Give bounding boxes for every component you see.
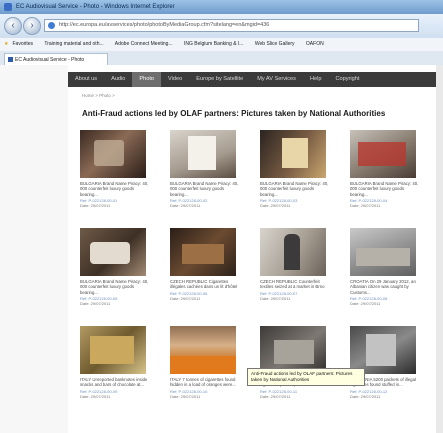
photo-thumbnail[interactable] (260, 326, 326, 374)
photo-date: Date: 29/07/2011 (350, 203, 381, 209)
photo-date: Date: 29/07/2011 (80, 393, 111, 399)
photo-item[interactable]: LITHUANIA 2328 packets of Russian cigare… (260, 326, 338, 399)
nav-europe-by-satellite[interactable]: Europe by Satellite (189, 72, 250, 87)
forward-icon[interactable]: › (23, 17, 41, 35)
nav-my-av-services[interactable]: My AV Services (250, 72, 303, 87)
photo-thumbnail[interactable] (350, 130, 416, 178)
favorite-link[interactable]: ING Belgium Banking & I... (184, 41, 243, 47)
photo-date: Date: 29/07/2011 (260, 203, 291, 209)
tab-label: EC Audiovisual Service - Photo (15, 57, 85, 63)
photo-date: Date: 29/07/2011 (350, 301, 381, 307)
favorites-button[interactable]: Favorites (12, 41, 33, 47)
photo-caption[interactable]: CZECH REPUBLIC Cigarettes illégales cach… (170, 279, 242, 290)
window-titlebar: EC Audiovisual Service - Photo - Windows… (0, 0, 443, 14)
photo-item[interactable]: BULGARIA Brand Name Piracy: 40, 000 coun… (350, 130, 428, 208)
photo-caption[interactable]: ITALY Unreported banknotes inside snacks… (80, 377, 152, 388)
photo-caption[interactable]: BULGARIA Brand Name Piracy: 40, 000 coun… (260, 181, 332, 197)
favorites-bar: ★ Favorites Training material and oth... … (0, 38, 443, 52)
photo-thumbnail[interactable] (260, 130, 326, 178)
browser-icon (4, 3, 12, 11)
photo-date: Date: 29/07/2011 (170, 393, 201, 399)
photo-thumbnail[interactable] (260, 228, 326, 276)
favorites-star-icon[interactable]: ★ (4, 41, 8, 47)
photo-item[interactable]: ITALY 7 tonnes of cigarettes found hidde… (170, 326, 248, 399)
photo-caption[interactable]: CZECH REPUBLIC Counterfeit textiles seiz… (260, 279, 332, 290)
photo-item[interactable]: CZECH REPUBLIC Counterfeit textiles seiz… (260, 228, 338, 301)
address-url: http://ec.europa.eu/avservices/photo/pho… (59, 22, 270, 28)
page-content: About us Audio Photo Video Europe by Satelli… (0, 65, 443, 433)
photo-caption[interactable]: CROATIA On 29 January 2012, an Albanian … (350, 279, 422, 295)
tab-bar: EC Audiovisual Service - Photo (0, 51, 443, 66)
browser-tab[interactable]: EC Audiovisual Service - Photo (4, 53, 108, 65)
photo-item[interactable]: CZECH REPUBLIC Cigarettes illégales cach… (170, 228, 248, 301)
page-title: Anti-Fraud actions led by OLAF partners:… (82, 109, 386, 118)
photo-thumbnail[interactable] (350, 228, 416, 276)
photo-date: Date: 29/07/2011 (80, 203, 111, 209)
photo-item[interactable]: ITALY Unreported banknotes inside snacks… (80, 326, 158, 399)
nav-help[interactable]: Help (303, 72, 329, 87)
photo-caption[interactable]: BULGARIA Brand Name Piracy: 40, 000 coun… (350, 181, 422, 197)
photo-thumbnail[interactable] (80, 228, 146, 276)
left-margin (0, 65, 68, 433)
photo-caption[interactable]: BULGARIA Brand Name Piracy: 40, 000 coun… (80, 181, 152, 197)
site-navigation: About us Audio Photo Video Europe by Satelli… (68, 72, 443, 87)
back-icon[interactable]: ‹ (4, 17, 22, 35)
favorite-link[interactable]: Adobe Connect Meeting... (115, 41, 173, 47)
address-bar[interactable]: http://ec.europa.eu/avservices/photo/pho… (44, 19, 419, 32)
photo-date: Date: 29/07/2011 (170, 203, 201, 209)
nav-about-us[interactable]: About us (68, 72, 104, 87)
photo-thumbnail[interactable] (170, 130, 236, 178)
favorite-link[interactable]: Training material and oth... (44, 41, 103, 47)
photo-date: Date: 29/07/2011 (260, 393, 291, 399)
vertical-scrollbar[interactable] (436, 65, 443, 433)
photo-thumbnail[interactable] (350, 326, 416, 374)
photo-date: Date: 29/07/2011 (350, 393, 381, 399)
photo-thumbnail[interactable] (170, 326, 236, 374)
nav-audio[interactable]: Audio (104, 72, 132, 87)
nav-copyright[interactable]: Copyright (329, 72, 367, 87)
photo-date: Date: 29/07/2011 (170, 295, 201, 301)
photo-caption[interactable]: BULGARIA Brand Name Piracy: 40, 000 coun… (170, 181, 242, 197)
photo-thumbnail[interactable] (80, 326, 146, 374)
breadcrumb[interactable]: Home > Photo > (82, 93, 115, 98)
photo-item[interactable]: LITHUANIA 5200 packets of illegal cigare… (350, 326, 428, 399)
browser-navbar: ‹ › http://ec.europa.eu/avservices/photo… (0, 14, 443, 39)
photo-caption[interactable]: BULGARIA Brand Name Piracy: 40, 000 coun… (80, 279, 152, 295)
favorite-link[interactable]: OAFON (306, 41, 324, 47)
nav-video[interactable]: Video (161, 72, 189, 87)
tooltip: Anti-Fraud actions led by OLAF partners:… (247, 368, 365, 386)
window-title: EC Audiovisual Service - Photo - Windows… (16, 4, 175, 10)
ie-page-icon (48, 22, 55, 29)
photo-item[interactable]: BULGARIA Brand Name Piracy: 40, 000 coun… (260, 130, 338, 208)
photo-thumbnail[interactable] (80, 130, 146, 178)
photo-item[interactable]: CROATIA On 29 January 2012, an Albanian … (350, 228, 428, 306)
photo-date: Date: 29/07/2011 (80, 301, 111, 307)
photo-thumbnail[interactable] (170, 228, 236, 276)
favorite-link[interactable]: Web Slice Gallery (255, 41, 295, 47)
photo-item[interactable]: BULGARIA Brand Name Piracy: 40, 000 coun… (170, 130, 248, 208)
photo-item[interactable]: BULGARIA Brand Name Piracy: 40, 000 coun… (80, 130, 158, 208)
photo-date: Date: 29/07/2011 (260, 295, 291, 301)
nav-photo[interactable]: Photo (132, 72, 162, 87)
tab-favicon (8, 57, 13, 62)
photo-item[interactable]: BULGARIA Brand Name Piracy: 40, 000 coun… (80, 228, 158, 306)
photo-caption[interactable]: ITALY 7 tonnes of cigarettes found hidde… (170, 377, 242, 388)
